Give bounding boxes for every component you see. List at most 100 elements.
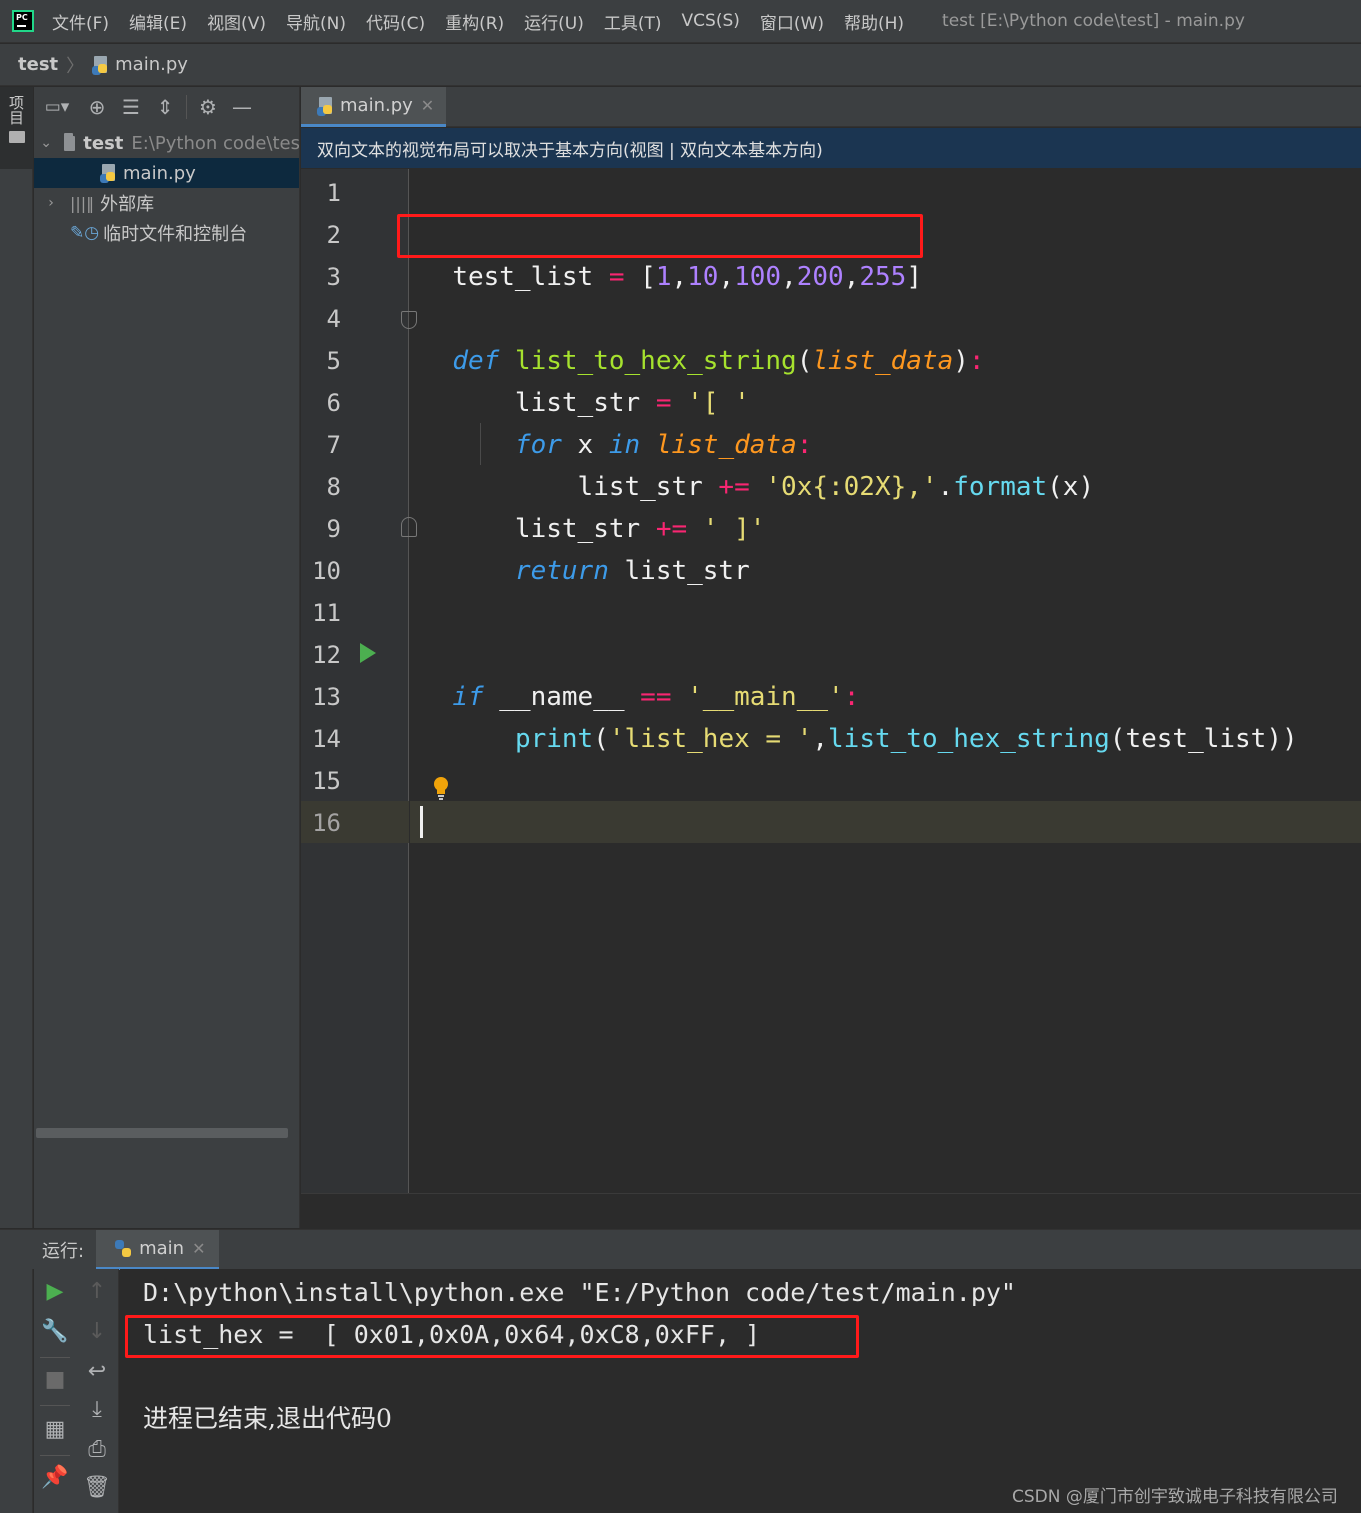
breadcrumb: test 〉 main.py — [0, 44, 1361, 86]
code-line-4: def list_to_hex_string(list_data): — [452, 346, 985, 376]
project-tool-button[interactable]: 项目 — [0, 87, 33, 169]
python-file-icon — [92, 55, 110, 75]
pin-icon[interactable]: 📌 — [34, 1465, 76, 1490]
code-line-5: list_str = '[ ' — [452, 388, 750, 418]
tree-item-external-libraries[interactable]: › |||‖ 外部库 — [34, 188, 299, 218]
collapse-all-icon[interactable]: ⇕ — [148, 95, 182, 119]
project-tool-label: 项目 — [7, 95, 25, 125]
line-number: 10 — [312, 557, 341, 585]
expand-all-icon[interactable]: ☰ — [114, 95, 148, 119]
code-line-9: return list_str — [514, 556, 750, 586]
wrench-icon[interactable]: 🔧 — [34, 1319, 76, 1344]
bidi-notification-banner[interactable]: 双向文本的视觉布局可以取决于基本方向(视图 | 双向文本基本方向) — [301, 128, 1361, 168]
line-number: 6 — [326, 389, 341, 417]
menu-file[interactable]: 文件(F) — [52, 9, 109, 34]
menu-edit[interactable]: 编辑(E) — [129, 9, 187, 34]
console-line-command: D:\python\install\python.exe "E:/Python … — [143, 1278, 1016, 1307]
menu-view[interactable]: 视图(V) — [207, 9, 266, 34]
toolbar-divider — [186, 95, 187, 119]
line-number: 8 — [326, 473, 341, 501]
tree-scratches-label: 临时文件和控制台 — [103, 224, 248, 245]
python-file-icon — [317, 96, 335, 116]
window-title: test [E:\Python code\test] - main.py — [942, 11, 1245, 31]
console-line-exit: 进程已结束,退出代码0 — [143, 1404, 392, 1433]
code-line-6: for x in list_data: — [514, 430, 813, 460]
line-number: 2 — [326, 221, 341, 249]
arrow-down-icon[interactable]: ↓ — [76, 1319, 118, 1344]
soft-wrap-icon[interactable]: ↩ — [76, 1359, 118, 1384]
close-icon[interactable]: ✕ — [192, 1239, 205, 1258]
tree-item-project-root[interactable]: ⌄ test E:\Python code\tes — [34, 128, 299, 158]
close-icon[interactable]: ✕ — [421, 96, 434, 115]
tree-item-main-py[interactable]: main.py — [34, 158, 299, 188]
hide-icon[interactable]: — — [225, 95, 259, 119]
breadcrumb-file-label: main.py — [115, 54, 188, 75]
code-line-7: list_str += '0x{:02X},'.format(x) — [452, 472, 1095, 502]
tree-external-libs-label: 外部库 — [100, 194, 155, 215]
line-number: 9 — [326, 515, 341, 543]
print-icon[interactable]: ⎙ — [76, 1437, 118, 1462]
lightbulb-icon[interactable] — [432, 776, 450, 800]
menu-run[interactable]: 运行(U) — [524, 9, 584, 34]
run-panel-label: 运行: — [42, 1240, 85, 1262]
tree-file-label: main.py — [123, 162, 196, 184]
run-toolbar-secondary: ↑ ↓ ↩ ⤓ ⎙ 🗑 — [76, 1269, 119, 1513]
stop-icon[interactable]: ■ — [34, 1367, 76, 1392]
current-line-highlight — [410, 801, 1361, 843]
locate-icon[interactable]: ⊕ — [80, 95, 114, 119]
library-icon: |||‖ — [70, 193, 95, 213]
python-icon — [114, 1238, 134, 1258]
line-number: 13 — [312, 683, 341, 711]
chevron-right-icon: 〉 — [66, 55, 85, 77]
menu-vcs[interactable]: VCS(S) — [682, 11, 740, 31]
run-toolbar-primary: ▶ 🔧 ■ ▦ 📌 — [34, 1269, 76, 1513]
chevron-down-icon[interactable]: ⌄ — [40, 135, 52, 151]
menu-navigate[interactable]: 导航(N) — [286, 9, 346, 34]
editor-tabs: main.py ✕ — [301, 87, 1361, 127]
scroll-to-end-icon[interactable]: ⤓ — [76, 1397, 118, 1422]
breadcrumb-file[interactable]: main.py — [92, 54, 188, 75]
fold-end-marker-icon[interactable] — [401, 517, 417, 537]
rerun-icon[interactable]: ▶ — [34, 1279, 76, 1304]
menu-bar: PC 文件(F) 编辑(E) 视图(V) 导航(N) 代码(C) 重构(R) 运… — [0, 0, 1361, 43]
line-number: 3 — [326, 263, 341, 291]
line-number: 12 — [312, 641, 341, 669]
chevron-right-icon[interactable]: › — [40, 195, 62, 211]
line-number: 1 — [326, 179, 341, 207]
editor-horizontal-scrollbar[interactable] — [301, 1193, 1361, 1229]
folder-icon — [8, 131, 25, 143]
highlight-box-console — [125, 1315, 859, 1358]
menu-window[interactable]: 窗口(W) — [760, 9, 824, 34]
line-number: 14 — [312, 725, 341, 753]
run-gutter-icon[interactable] — [360, 643, 376, 663]
code-line-8: list_str += ' ]' — [452, 514, 766, 544]
project-view-icon[interactable]: ▭▾ — [34, 97, 80, 117]
project-scrollbar[interactable] — [36, 1128, 288, 1138]
layout-icon[interactable]: ▦ — [34, 1417, 76, 1442]
left-tool-stripe: 项目 — [0, 87, 33, 1228]
tree-root-name: test — [83, 132, 124, 154]
code-line-13: print('list_hex = ',list_to_hex_string(t… — [514, 724, 1298, 754]
fold-marker-icon[interactable] — [401, 311, 417, 329]
arrow-up-icon[interactable]: ↑ — [76, 1279, 118, 1304]
tree-item-scratches[interactable]: ✎◷ 临时文件和控制台 — [34, 218, 299, 248]
tab-main-py[interactable]: main.py ✕ — [301, 87, 446, 127]
run-panel-header: 运行: main ✕ — [0, 1229, 1361, 1270]
menu-refactor[interactable]: 重构(R) — [445, 9, 504, 34]
watermark: CSDN @厦门市创宇致诚电子科技有限公司 — [1012, 1487, 1338, 1507]
line-number: 7 — [326, 431, 341, 459]
menu-help[interactable]: 帮助(H) — [844, 9, 904, 34]
run-tab-main[interactable]: main ✕ — [96, 1229, 220, 1270]
breadcrumb-project[interactable]: test — [18, 54, 58, 75]
gear-icon[interactable]: ⚙ — [191, 95, 225, 119]
project-panel: ▭▾ ⊕ ☰ ⇕ ⚙ — ⌄ test E:\Python code\tes m… — [34, 87, 300, 1228]
menu-code[interactable]: 代码(C) — [366, 9, 425, 34]
scratches-icon: ✎◷ — [70, 223, 100, 243]
python-file-icon — [100, 163, 118, 183]
trash-icon[interactable]: 🗑 — [76, 1475, 118, 1500]
tab-label: main.py — [340, 95, 413, 116]
menu-tools[interactable]: 工具(T) — [604, 9, 662, 34]
folder-icon — [64, 132, 76, 151]
project-toolbar: ▭▾ ⊕ ☰ ⇕ ⚙ — — [34, 87, 299, 127]
run-tab-label: main — [139, 1237, 185, 1259]
